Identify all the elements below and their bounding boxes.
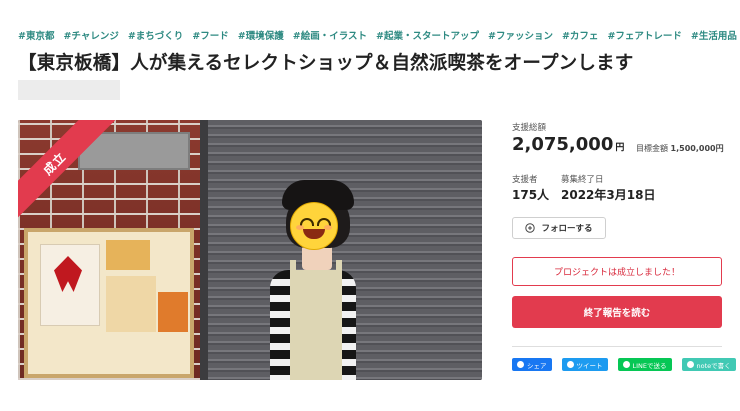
twitter-share-button[interactable]: ツイート xyxy=(561,358,608,371)
apron xyxy=(290,270,342,380)
owner-placeholder xyxy=(18,80,120,100)
poster xyxy=(106,276,156,332)
tag-link[interactable]: #ファッション xyxy=(488,28,553,42)
poster xyxy=(106,240,150,270)
tag-link[interactable]: #フード xyxy=(192,28,228,42)
tag-link[interactable]: #東京都 xyxy=(18,28,54,42)
note-share-button[interactable]: noteで書く xyxy=(681,358,736,371)
project-main-image: 成立 xyxy=(18,120,482,380)
share-label: LINEで送る xyxy=(632,361,667,370)
read-report-button[interactable]: 終了報告を読む xyxy=(512,296,722,328)
total-amount-value: 2,075,000 xyxy=(512,134,614,155)
goal-label: 目標金額 xyxy=(636,144,668,153)
goal: 目標金額 1,500,000円 xyxy=(636,143,724,154)
supporters-value: 175人 xyxy=(512,188,550,202)
smiley-emoji-icon xyxy=(290,202,338,250)
tag-link[interactable]: #まちづくり xyxy=(128,28,183,42)
tag-link[interactable]: #チャレンジ xyxy=(63,28,118,42)
notice-board xyxy=(24,228,194,378)
share-label: noteで書く xyxy=(696,361,731,370)
plus-circle-icon xyxy=(525,223,536,233)
project-title: 【東京板橋】人が集えるセレクトショップ＆自然派喫茶をオープンします xyxy=(18,53,634,74)
pole xyxy=(200,120,208,380)
total-label: 支援総額 xyxy=(512,123,547,133)
follow-button[interactable]: フォローする xyxy=(512,217,606,239)
facebook-share-button[interactable]: シェア xyxy=(512,358,552,371)
tag-link[interactable]: #環境保護 xyxy=(238,28,284,42)
currency: 円 xyxy=(615,143,625,153)
follow-label: フォローする xyxy=(541,224,593,234)
tag-link[interactable]: #起業・スタートアップ xyxy=(376,28,479,42)
facebook-icon xyxy=(517,361,524,368)
success-notice: プロジェクトは成立しました！ xyxy=(512,257,722,286)
tag-link[interactable]: #絵画・イラスト xyxy=(293,28,367,42)
line-icon xyxy=(622,361,630,368)
supporters-label: 支援者 xyxy=(512,175,538,185)
tag-link[interactable]: #フェアトレード xyxy=(607,28,681,42)
share-label: ツイート xyxy=(576,361,603,370)
share-buttons: シェア ツイート LINEで送る noteで書く xyxy=(512,358,736,371)
end-label: 募集終了日 xyxy=(561,175,604,185)
tag-link[interactable]: #生活用品 xyxy=(691,28,737,42)
cheek xyxy=(324,225,332,230)
mouth xyxy=(303,229,325,239)
twitter-icon xyxy=(566,361,574,368)
note-icon xyxy=(686,361,694,368)
tag-link[interactable]: #カフェ xyxy=(562,28,598,42)
tag-list: #東京都 #チャレンジ #まちづくり #フード #環境保護 #絵画・イラスト #… xyxy=(18,28,737,42)
share-label: シェア xyxy=(527,361,547,370)
goal-amount: 1,500,000円 xyxy=(670,144,724,153)
poster xyxy=(158,292,188,332)
line-share-button[interactable]: LINEで送る xyxy=(617,358,672,371)
end-value: 2022年3月18日 xyxy=(561,188,656,202)
divider xyxy=(512,346,722,347)
total-amount: 2,075,000 円 xyxy=(512,134,624,155)
